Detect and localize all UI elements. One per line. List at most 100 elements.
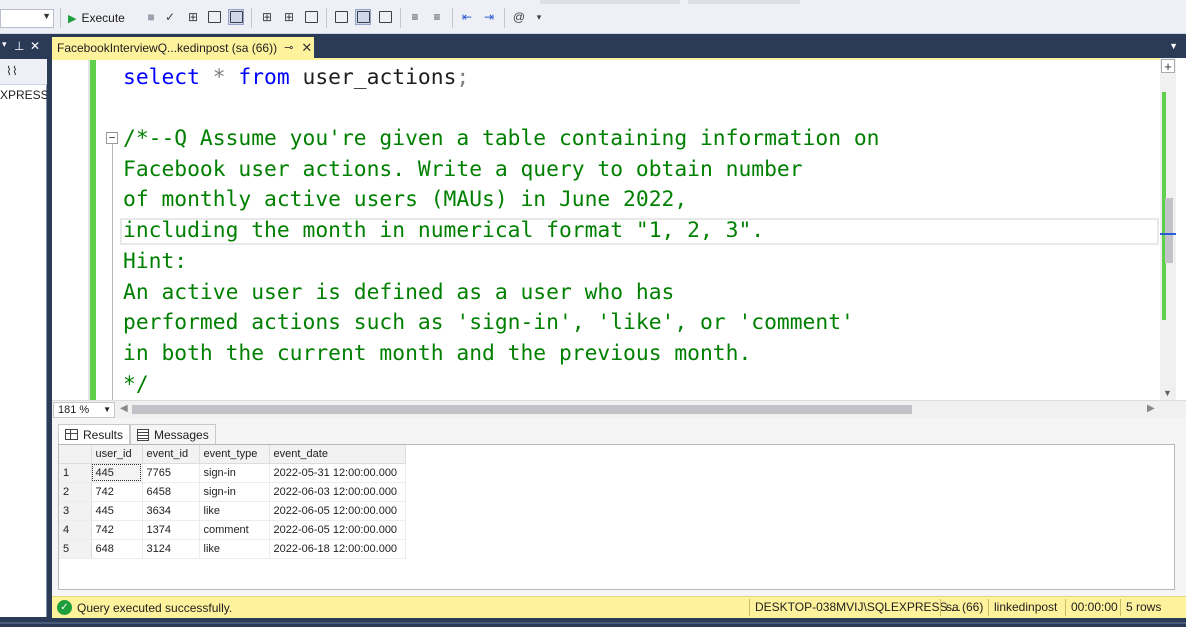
toolbar-top-strip-2 <box>688 0 800 4</box>
client-stats-icon[interactable] <box>303 9 319 25</box>
grid-cell[interactable]: 7765 <box>142 463 200 483</box>
scroll-left-icon[interactable]: ◀ <box>120 403 128 414</box>
code-line[interactable]: of monthly active users (MAUs) in June 2… <box>123 186 687 214</box>
pin-icon[interactable]: ⊸ <box>284 41 293 54</box>
results-to-text-icon[interactable] <box>333 9 349 25</box>
vertical-scrollbar[interactable]: + ▼ <box>1160 58 1176 400</box>
grid-cell[interactable]: sign-in <box>199 463 270 483</box>
results-to-file-icon[interactable] <box>377 9 393 25</box>
table-row[interactable]: 2 742 6458 sign-in 2022-06-03 12:00:00.0… <box>59 482 406 502</box>
code-line[interactable]: select * from user_actions; <box>123 64 469 92</box>
status-divider <box>940 599 941 616</box>
grid-cell[interactable]: 742 <box>91 520 143 540</box>
status-row-count: 5 rows <box>1126 600 1162 614</box>
grid-cell[interactable]: 2022-06-05 12:00:00.000 <box>269 520 406 540</box>
grid-cell[interactable]: 6458 <box>142 482 200 502</box>
grid-cell[interactable]: 2022-06-03 12:00:00.000 <box>269 482 406 502</box>
row-number[interactable]: 5 <box>59 539 92 559</box>
column-header[interactable]: event_id <box>142 445 200 464</box>
scroll-down-icon[interactable]: ▼ <box>1163 388 1172 398</box>
chevron-down-icon[interactable]: ▼ <box>1169 41 1178 51</box>
document-tab[interactable]: FacebookInterviewQ...kedinpost (sa (66))… <box>52 37 314 58</box>
object-explorer-toolbar: ⌇⌇ <box>0 59 47 85</box>
column-header[interactable]: event_date <box>269 445 406 464</box>
grid-cell[interactable]: 445 <box>91 463 143 483</box>
grid-cell[interactable]: 2022-06-05 12:00:00.000 <box>269 501 406 521</box>
split-window-icon[interactable]: + <box>1161 59 1175 74</box>
execute-label: Execute <box>81 11 125 25</box>
grid-cell[interactable]: 3634 <box>142 501 200 521</box>
code-line[interactable]: in both the current month and the previo… <box>123 340 751 368</box>
table-row[interactable]: 3 445 3634 like 2022-06-05 12:00:00.000 <box>59 501 406 521</box>
query-editor[interactable]: − select * from user_actions; /*--Q Assu… <box>52 60 1182 400</box>
close-icon[interactable]: ✕ <box>301 40 312 56</box>
uncomment-icon[interactable]: ≡ <box>429 9 445 25</box>
toolbar-separator <box>452 8 453 28</box>
specify-values-icon[interactable]: @ <box>511 9 527 25</box>
table-row[interactable]: 4 742 1374 comment 2022-06-05 12:00:00.0… <box>59 520 406 540</box>
database-selector[interactable]: ▼ <box>0 9 54 28</box>
increase-indent-icon[interactable]: ⇥ <box>481 9 497 25</box>
decrease-indent-icon[interactable]: ⇤ <box>459 9 475 25</box>
row-number[interactable]: 4 <box>59 520 92 540</box>
live-stats-icon[interactable]: ⊞ <box>281 9 297 25</box>
zoom-selector[interactable]: 181 % ▼ <box>53 402 115 418</box>
code-line[interactable]: Hint: <box>123 248 187 276</box>
code-line[interactable]: including the month in numerical format … <box>123 217 764 245</box>
query-options-icon[interactable] <box>206 9 222 25</box>
toolbar: ▼ ▶ Execute ■ ✓ ⊞ ⊞ ⊞ ≡ ≡ ⇤ ⇥ @ ▾ <box>0 0 1186 34</box>
grid-cell[interactable]: 2022-05-31 12:00:00.000 <box>269 463 406 483</box>
server-node[interactable]: XPRESS <box>0 88 49 102</box>
collapse-icon[interactable]: − <box>106 132 118 144</box>
status-divider <box>988 599 989 616</box>
grid-cell[interactable]: comment <box>199 520 270 540</box>
close-icon[interactable]: ✕ <box>30 39 40 53</box>
keyword: select <box>123 65 200 90</box>
toolbar-overflow-icon[interactable]: ▾ <box>531 9 547 25</box>
row-number[interactable]: 3 <box>59 501 92 521</box>
row-number-header[interactable] <box>59 445 92 464</box>
stop-icon[interactable]: ■ <box>143 9 159 25</box>
table-row[interactable]: 1 445 7765 sign-in 2022-05-31 12:00:00.0… <box>59 463 406 483</box>
grid-cell[interactable]: sign-in <box>199 482 270 502</box>
status-server: DESKTOP-038MVIJ\SQLEXPRESS ... <box>755 600 961 614</box>
scrollbar-thumb[interactable] <box>1165 198 1173 263</box>
status-divider <box>1065 599 1066 616</box>
comment-out-icon[interactable]: ≡ <box>407 9 423 25</box>
results-grid[interactable]: user_id event_id event_type event_date 1… <box>58 444 1175 590</box>
table-row[interactable]: 5 648 3124 like 2022-06-18 12:00:00.000 <box>59 539 406 559</box>
grid-cell[interactable]: like <box>199 501 270 521</box>
grid-cell[interactable]: 445 <box>91 501 143 521</box>
status-elapsed: 00:00:00 <box>1071 600 1118 614</box>
column-header[interactable]: user_id <box>91 445 143 464</box>
toolbar-separator <box>326 8 327 28</box>
grid-cell[interactable]: 742 <box>91 482 143 502</box>
estimated-plan-icon[interactable]: ⊞ <box>185 9 201 25</box>
grid-cell[interactable]: 3124 <box>142 539 200 559</box>
grid-cell[interactable]: like <box>199 539 270 559</box>
activity-monitor-icon[interactable]: ⌇⌇ <box>6 64 18 78</box>
results-to-grid-icon[interactable] <box>355 9 371 25</box>
grid-cell[interactable]: 2022-06-18 12:00:00.000 <box>269 539 406 559</box>
scroll-right-icon[interactable]: ▶ <box>1147 403 1155 414</box>
code-line[interactable]: performed actions such as 'sign-in', 'li… <box>123 309 854 337</box>
pin-icon[interactable]: ⊥ <box>14 39 24 53</box>
actual-plan-icon[interactable]: ⊞ <box>259 9 275 25</box>
code-line[interactable]: /*--Q Assume you're given a table contai… <box>123 125 880 153</box>
tab-messages[interactable]: Messages <box>130 424 216 444</box>
grid-cell[interactable]: 648 <box>91 539 143 559</box>
row-number[interactable]: 1 <box>59 463 92 483</box>
grid-cell[interactable]: 1374 <box>142 520 200 540</box>
code-line[interactable]: */ <box>123 371 149 399</box>
results-pane: Results Messages user_id event_id event_… <box>52 418 1186 596</box>
code-line[interactable]: An active user is defined as a user who … <box>123 279 674 307</box>
row-number[interactable]: 2 <box>59 482 92 502</box>
execute-button[interactable]: ▶ Execute <box>68 9 125 27</box>
intellisense-icon[interactable] <box>228 9 244 25</box>
parse-check-icon[interactable]: ✓ <box>162 9 178 25</box>
horizontal-scrollbar-thumb[interactable] <box>132 405 912 414</box>
code-line[interactable]: Facebook user actions. Write a query to … <box>123 156 803 184</box>
column-header[interactable]: event_type <box>199 445 270 464</box>
tab-results[interactable]: Results <box>58 424 131 444</box>
chevron-down-icon[interactable]: ▾ <box>2 39 7 50</box>
